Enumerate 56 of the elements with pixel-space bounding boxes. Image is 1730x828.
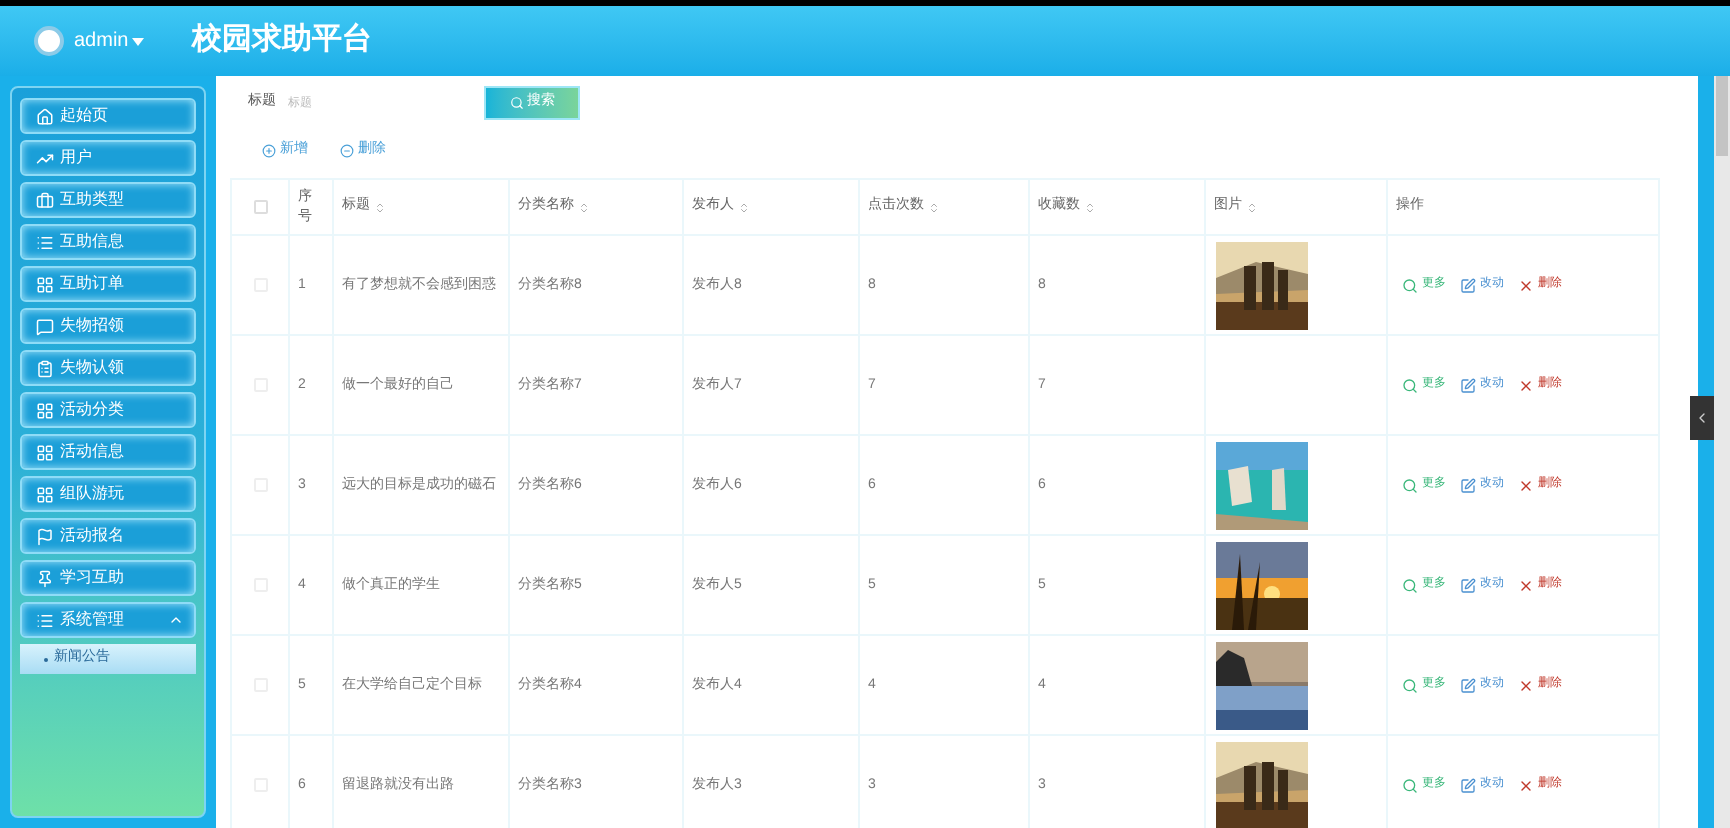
avatar-icon[interactable] — [34, 26, 64, 56]
search-icon — [1402, 377, 1418, 393]
close-icon — [1518, 477, 1534, 493]
grid-icon — [36, 401, 54, 419]
sidebar-item[interactable]: 失物认领 — [20, 350, 196, 386]
edit-icon — [1460, 277, 1476, 293]
chat-icon — [36, 317, 54, 335]
search-icon — [509, 96, 523, 110]
flag-icon — [36, 527, 54, 545]
plus-icon — [262, 143, 276, 157]
close-icon — [1518, 377, 1534, 393]
clipboard-icon — [36, 359, 54, 377]
briefcase-icon — [36, 191, 54, 209]
grid-icon — [36, 443, 54, 461]
edit-icon — [1460, 377, 1476, 393]
pin-icon — [36, 569, 54, 587]
home-icon — [36, 107, 54, 125]
select-all-checkbox[interactable] — [253, 200, 267, 214]
grid-icon — [36, 485, 54, 503]
close-icon — [1518, 777, 1534, 793]
sidebar-item[interactable]: 用户 — [20, 140, 196, 176]
edit-icon — [1460, 677, 1476, 693]
list-icon — [36, 611, 54, 629]
caret-icon — [132, 37, 145, 45]
sidebar-item[interactable]: 互助类型 — [20, 182, 196, 218]
sidebar-item[interactable]: 起始页 — [20, 98, 196, 134]
search-icon — [1402, 277, 1418, 293]
edit-icon — [1460, 577, 1476, 593]
sidebar-item[interactable]: 活动信息 — [20, 434, 196, 470]
close-icon — [1518, 677, 1534, 693]
search-icon — [1402, 577, 1418, 593]
minus-icon — [340, 143, 354, 157]
search-icon — [1402, 477, 1418, 493]
edit-icon — [1460, 777, 1476, 793]
list-icon — [36, 233, 54, 251]
sidebar-item[interactable]: 互助订单 — [20, 266, 196, 302]
sidebar-item[interactable]: 组队游玩 — [20, 476, 196, 512]
sidebar-item[interactable]: 学习互助 — [20, 560, 196, 596]
sidebar-item[interactable]: 失物招领 — [20, 308, 196, 344]
collapse-tab[interactable] — [1690, 396, 1714, 440]
search-icon — [1402, 677, 1418, 693]
close-icon — [1518, 277, 1534, 293]
edit-icon — [1460, 477, 1476, 493]
user-menu[interactable]: admin — [74, 26, 145, 56]
grid-icon — [36, 275, 54, 293]
chart-icon — [36, 149, 54, 167]
app-title: 校园求助平台 — [192, 20, 372, 61]
sidebar-item[interactable]: 系统管理 — [20, 602, 196, 638]
scrollbar[interactable] — [1714, 76, 1730, 828]
sidebar-item[interactable]: 互助信息 — [20, 224, 196, 260]
chevron-left-icon — [1694, 410, 1710, 426]
sidebar-item[interactable]: 活动分类 — [20, 392, 196, 428]
search-icon — [1402, 777, 1418, 793]
sidebar-item[interactable]: 活动报名 — [20, 518, 196, 554]
close-icon — [1518, 577, 1534, 593]
chevron-up-icon — [168, 612, 184, 628]
